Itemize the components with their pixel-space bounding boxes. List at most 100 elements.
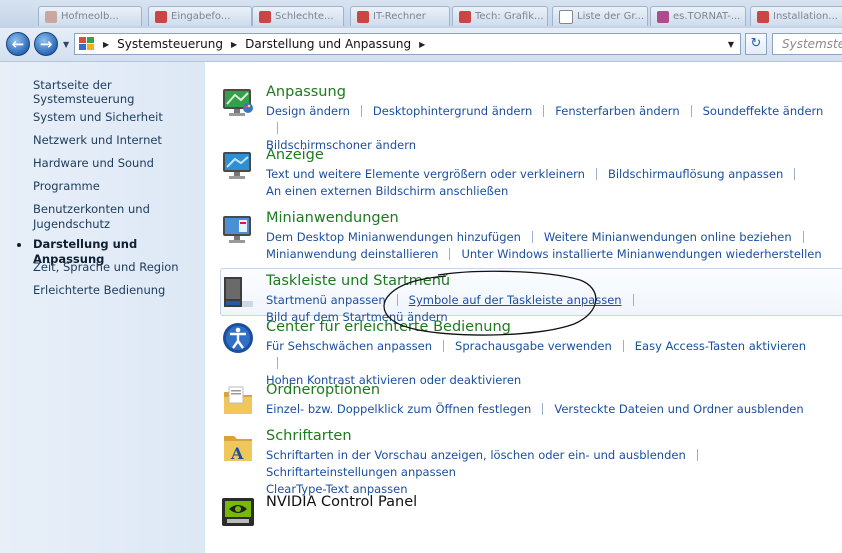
link-hidden-files[interactable]: Versteckte Dateien und Ordner ausblenden xyxy=(554,402,803,416)
taskbar-tab[interactable]: Eingabefo... xyxy=(148,6,252,26)
personalization-icon xyxy=(223,89,253,116)
category-title[interactable]: Anzeige xyxy=(266,147,324,163)
sidebar: Startseite der Systemsteuerung System un… xyxy=(0,62,205,553)
divider xyxy=(542,403,544,415)
forward-button[interactable]: → xyxy=(34,32,58,56)
tab-label: Eingabefo... xyxy=(171,11,231,22)
category-title[interactable]: Anpassung xyxy=(266,84,346,100)
breadcrumb-separator-icon[interactable]: ▶ xyxy=(103,40,109,49)
category-title[interactable]: Ordneroptionen xyxy=(266,382,380,398)
tab-label: Tech: Grafik... xyxy=(475,11,544,22)
ease-of-access-icon xyxy=(223,323,253,353)
divider xyxy=(277,122,278,134)
app-icon xyxy=(757,10,769,23)
divider xyxy=(802,231,804,243)
divider xyxy=(632,294,634,306)
sidebar-item-hardware[interactable]: Hardware und Sound xyxy=(33,156,198,171)
link-sounds[interactable]: Soundeffekte ändern xyxy=(703,104,824,118)
link-wallpaper[interactable]: Desktophintergrund ändern xyxy=(373,104,532,118)
tab-label: Liste der Gr... xyxy=(577,11,645,22)
display-icon xyxy=(223,152,251,179)
link-font-settings[interactable]: Schriftarteinstellungen anpassen xyxy=(266,465,456,479)
divider xyxy=(277,357,278,369)
taskbar-tab[interactable]: Liste der Gr... xyxy=(552,6,648,26)
category-links: Dem Desktop Minianwendungen hinzufügen We… xyxy=(266,229,826,263)
taskbar-tab[interactable]: Hofmeolb... xyxy=(38,6,142,26)
search-input[interactable]: Systemsteuerung xyxy=(772,33,842,55)
link-add-gadgets[interactable]: Dem Desktop Minianwendungen hinzufügen xyxy=(266,230,521,244)
active-bullet-icon xyxy=(17,243,21,247)
gadgets-icon xyxy=(223,216,251,243)
link-gadgets-online[interactable]: Weitere Minianwendungen online beziehen xyxy=(544,230,792,244)
taskbar-tab[interactable]: IT-Rechner xyxy=(350,6,450,26)
address-dropdown-icon[interactable]: ▼ xyxy=(728,40,734,49)
fonts-icon: A xyxy=(224,436,252,463)
link-external-display[interactable]: An einen externen Bildschirm anschließen xyxy=(266,184,508,198)
breadcrumb-darstellung[interactable]: Darstellung und Anpassung xyxy=(245,37,411,51)
sidebar-item-programs[interactable]: Programme xyxy=(33,179,198,194)
breadcrumb-separator-icon[interactable]: ▶ xyxy=(419,40,425,49)
link-text-size[interactable]: Text und weitere Elemente vergrößern ode… xyxy=(266,167,585,181)
app-icon xyxy=(45,10,57,23)
forward-arrow-icon: → xyxy=(39,35,53,53)
link-design[interactable]: Design ändern xyxy=(266,104,350,118)
category-title[interactable]: NVIDIA Control Panel xyxy=(266,494,417,510)
taskbar-tab[interactable]: Installation... xyxy=(750,6,842,26)
taskbar-tab[interactable]: es.TORNAT-... xyxy=(650,6,746,26)
divider xyxy=(531,231,533,243)
sidebar-item-system[interactable]: System und Sicherheit xyxy=(33,110,198,125)
breadcrumb-separator-icon[interactable]: ▶ xyxy=(231,40,237,49)
sidebar-item-clock-language[interactable]: Zeit, Sprache und Region xyxy=(33,260,198,275)
app-icon xyxy=(657,10,669,23)
link-uninstall-gadget[interactable]: Minianwendung deinstallieren xyxy=(266,247,438,261)
svg-text:A: A xyxy=(230,444,244,463)
app-icon xyxy=(155,10,167,23)
link-customize-start[interactable]: Startmenü anpassen xyxy=(266,293,386,307)
category-links: Text und weitere Elemente vergrößern ode… xyxy=(266,166,826,200)
recent-pages-dropdown[interactable]: ▼ xyxy=(63,40,69,49)
tab-label: Installation... xyxy=(773,11,838,22)
address-bar[interactable]: ▶ Systemsteuerung ▶ Darstellung und Anpa… xyxy=(74,33,741,55)
category-links: Schriftarten in der Vorschau anzeigen, l… xyxy=(266,447,826,498)
divider xyxy=(449,248,451,260)
back-button[interactable]: ← xyxy=(6,32,30,56)
category-links: Design ändern Desktophintergrund ändern Fe… xyxy=(266,103,826,154)
divider xyxy=(794,168,796,180)
category-title[interactable]: Schriftarten xyxy=(266,428,352,444)
tab-label: Hofmeolb... xyxy=(61,11,119,22)
taskbar-tab[interactable]: Schlechte... xyxy=(252,6,344,26)
divider xyxy=(690,105,692,117)
refresh-button[interactable]: ↻ xyxy=(745,33,767,55)
sidebar-item-ease-of-access[interactable]: Erleichterte Bedienung xyxy=(33,283,198,298)
breadcrumb-systemsteuerung[interactable]: Systemsteuerung xyxy=(117,37,223,51)
divider xyxy=(360,105,362,117)
app-icon xyxy=(559,9,573,24)
sidebar-item-network[interactable]: Netzwerk und Internet xyxy=(33,133,198,148)
tab-label: es.TORNAT-... xyxy=(673,11,741,22)
link-preview-fonts[interactable]: Schriftarten in der Vorschau anzeigen, l… xyxy=(266,448,686,462)
app-icon xyxy=(259,10,271,23)
link-window-color[interactable]: Fensterfarben ändern xyxy=(555,104,679,118)
taskbar-tab[interactable]: Tech: Grafik... xyxy=(452,6,548,26)
back-arrow-icon: ← xyxy=(11,35,25,53)
divider xyxy=(622,340,624,352)
taskbar-strip: Hofmeolb... Eingabefo... Schlechte... IT… xyxy=(0,0,842,29)
divider xyxy=(543,105,545,117)
link-restore-gadgets[interactable]: Unter Windows installierte Minianwendung… xyxy=(461,247,821,261)
link-click-mode[interactable]: Einzel- bzw. Doppelklick zum Öffnen fest… xyxy=(266,402,531,416)
link-resolution[interactable]: Bildschirmauflösung anpassen xyxy=(608,167,783,181)
folder-options-icon xyxy=(224,386,252,414)
category-title[interactable]: Minianwendungen xyxy=(266,210,399,226)
category-links: Einzel- bzw. Doppelklick zum Öffnen fest… xyxy=(266,401,826,418)
divider xyxy=(595,168,597,180)
app-icon xyxy=(357,10,369,23)
sidebar-item-user-accounts[interactable]: Benutzerkonten und Jugendschutz xyxy=(33,202,153,232)
app-icon xyxy=(459,10,471,23)
divider xyxy=(696,449,698,461)
sidebar-home-link[interactable]: Startseite der Systemsteuerung xyxy=(33,78,205,106)
link-easy-access-keys[interactable]: Easy Access-Tasten aktivieren xyxy=(635,339,806,353)
refresh-icon: ↻ xyxy=(750,36,762,51)
taskbar-icon xyxy=(224,277,253,307)
tab-label: Schlechte... xyxy=(275,11,334,22)
nvidia-icon xyxy=(222,498,254,526)
